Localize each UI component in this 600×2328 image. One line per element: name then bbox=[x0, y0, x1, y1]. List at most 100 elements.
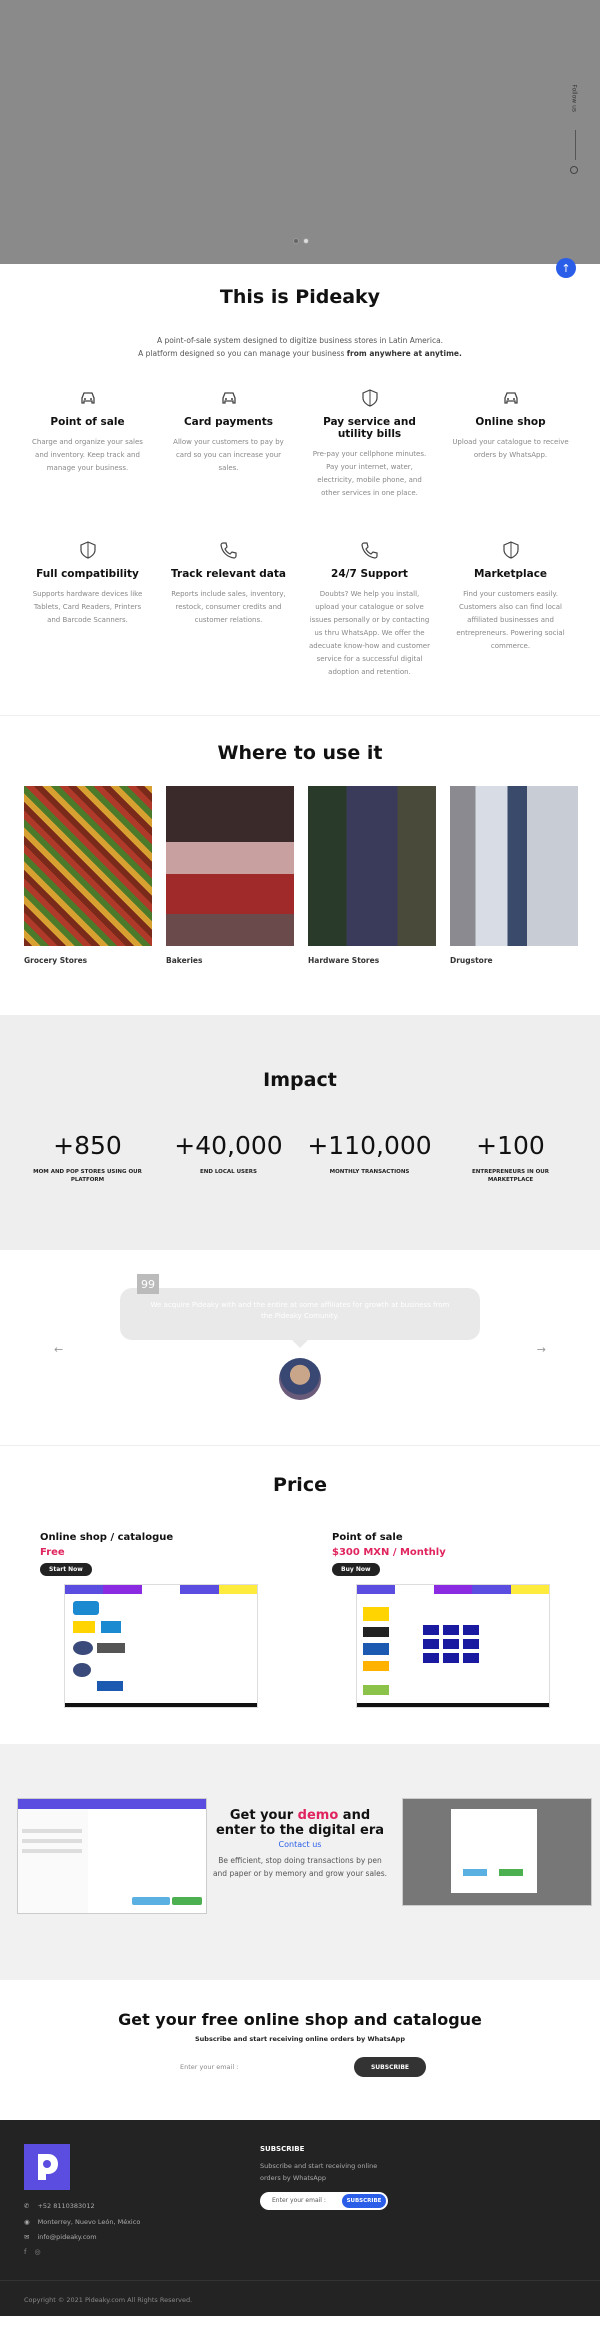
feature-pay-services: Pay service and utility bills Pre-pay yo… bbox=[299, 386, 440, 500]
feature-point-of-sale: Point of sale Charge and organize your s… bbox=[17, 386, 158, 500]
hardware-image bbox=[308, 786, 436, 946]
demo-section: Get your demo and enter to the digital e… bbox=[0, 1744, 600, 1980]
scroll-top-button[interactable]: ↑ bbox=[556, 258, 576, 278]
feature-desc: Pre-pay your cellphone minutes. Pay your… bbox=[312, 450, 427, 497]
feature-card-payments: Card payments Allow your customers to pa… bbox=[158, 386, 299, 500]
feature-marketplace: Marketplace Find your customers easily. … bbox=[440, 538, 581, 679]
stat-number: +40,000 bbox=[174, 1131, 283, 1160]
about-line-2: A platform designed so you can manage yo… bbox=[138, 349, 347, 358]
testimonial-text: We acquire Pideaky with and the entire a… bbox=[150, 1301, 450, 1320]
quote-icon: 99 bbox=[137, 1274, 159, 1294]
buy-now-button[interactable]: Buy Now bbox=[332, 1563, 380, 1576]
feature-title: Full compatibility bbox=[36, 568, 139, 580]
slider-dot-2[interactable] bbox=[303, 238, 309, 244]
avatar bbox=[279, 1358, 321, 1400]
footer-email-text: info@pideaky.com bbox=[37, 2233, 97, 2241]
feature-online-shop: Online shop Upload your catalogue to rec… bbox=[440, 386, 581, 500]
next-arrow-icon[interactable]: → bbox=[537, 1343, 546, 1356]
feature-desc: Charge and organize your sales and inven… bbox=[32, 438, 143, 472]
about-line-1: A point-of-sale system designed to digit… bbox=[156, 336, 444, 345]
car-icon bbox=[80, 392, 95, 404]
stat-users: +40,000 END LOCAL USERS bbox=[158, 1131, 299, 1184]
stat-stores: +850 MOM AND POP STORES USING OUR PLATFOR… bbox=[17, 1131, 158, 1184]
about-section: This is Pideaky A point-of-sale system d… bbox=[0, 264, 600, 679]
stat-label: MONTHLY TRANSACTIONS bbox=[329, 1169, 410, 1175]
where-title: Where to use it bbox=[217, 742, 383, 764]
demo-text: Be efficient, stop doing transactions by… bbox=[212, 1856, 388, 1878]
demo-title: Get your demo and enter to the digital e… bbox=[210, 1808, 390, 1838]
plan-online-shop: Online shop / catalogue Free Start Now bbox=[40, 1532, 310, 1708]
mail-icon: ✉ bbox=[24, 2233, 30, 2241]
footer-phone[interactable]: ✆ +52 8110383012 bbox=[24, 2202, 95, 2210]
where-label: Grocery Stores bbox=[24, 956, 88, 965]
footer-email[interactable]: ✉ info@pideaky.com bbox=[24, 2233, 97, 2241]
stat-label: END LOCAL USERS bbox=[200, 1169, 257, 1175]
feature-track-data: Track relevant data Reports include sale… bbox=[158, 538, 299, 679]
footer-address: ◉ Monterrey, Nuevo León, México bbox=[24, 2218, 140, 2226]
logo-p-icon bbox=[38, 2154, 58, 2180]
follow-us-label: Follow us bbox=[571, 84, 578, 112]
feature-title: 24/7 Support bbox=[331, 568, 408, 580]
phone-icon: ✆ bbox=[24, 2202, 30, 2210]
feature-desc: Supports hardware devices like Tablets, … bbox=[32, 590, 143, 624]
footer-social: f ◎ bbox=[24, 2248, 41, 2256]
stat-label: ENTREPRENEURS IN OUR MARKETPLACE bbox=[471, 1169, 549, 1183]
slider-dot-1[interactable] bbox=[293, 238, 299, 244]
demo-title-a: Get your bbox=[229, 1808, 298, 1823]
feature-desc: Allow your customers to pay by card so y… bbox=[173, 438, 284, 472]
location-icon: ◉ bbox=[24, 2218, 30, 2226]
shield-icon bbox=[502, 541, 519, 559]
cta-subtitle: Subscribe and start receiving online ord… bbox=[195, 2035, 405, 2043]
cta-email-input[interactable]: Enter your email : bbox=[180, 2063, 238, 2071]
feature-desc: Doubts? We help you install, upload your… bbox=[309, 590, 430, 676]
about-title: This is Pideaky bbox=[219, 286, 381, 308]
drugstore-image bbox=[450, 786, 578, 946]
features-grid: Point of sale Charge and organize your s… bbox=[17, 386, 600, 500]
arrow-up-icon: ↑ bbox=[561, 261, 571, 275]
car-icon bbox=[221, 392, 236, 404]
footer-subscribe-form: Enter your email : SUBSCRIBE bbox=[260, 2192, 388, 2210]
impact-title: Impact bbox=[263, 1069, 337, 1091]
about-line-2-bold: from anywhere at anytime. bbox=[346, 349, 462, 358]
feature-desc: Find your customers easily. Customers al… bbox=[456, 590, 565, 650]
shield-icon bbox=[361, 389, 378, 407]
impact-section: Impact +850 MOM AND POP STORES USING OUR … bbox=[0, 1015, 600, 1250]
pideaky-logo[interactable] bbox=[24, 2144, 70, 2190]
cta-title: Get your free online shop and catalogue bbox=[118, 2010, 482, 2029]
facebook-icon[interactable]: f bbox=[24, 2248, 26, 2256]
pos-screenshot bbox=[356, 1584, 550, 1708]
stat-number: +110,000 bbox=[307, 1131, 432, 1160]
hero-slider[interactable]: Follow us bbox=[0, 0, 600, 264]
prev-arrow-icon[interactable]: ← bbox=[54, 1343, 63, 1356]
cta-subscribe-button[interactable]: SUBSCRIBE bbox=[354, 2057, 426, 2077]
feature-title: Marketplace bbox=[473, 568, 548, 580]
footer-address-text: Monterrey, Nuevo León, México bbox=[37, 2218, 141, 2226]
grocery-image bbox=[24, 786, 152, 946]
where-card-drugstore[interactable]: Drugstore bbox=[450, 786, 578, 965]
stat-number: +850 bbox=[53, 1131, 122, 1160]
plan-point-of-sale: Point of sale $300 MXN / Monthly Buy Now bbox=[332, 1532, 600, 1708]
footer-subscribe-title: SUBSCRIBE bbox=[260, 2145, 305, 2153]
catalogue-screenshot bbox=[64, 1584, 258, 1708]
where-card-bakery[interactable]: Bakeries bbox=[166, 786, 294, 965]
newsletter-cta: Get your free online shop and catalogue … bbox=[0, 1980, 600, 2120]
footer-email-input[interactable]: Enter your email : bbox=[272, 2197, 326, 2204]
where-card-hardware[interactable]: Hardware Stores bbox=[308, 786, 436, 965]
where-section: Where to use it Grocery Stores Bakeries … bbox=[0, 715, 600, 965]
instagram-icon[interactable] bbox=[570, 166, 578, 174]
stat-label: MOM AND POP STORES USING OUR PLATFORM bbox=[33, 1169, 142, 1183]
feature-title: Point of sale bbox=[50, 416, 125, 428]
where-card-grocery[interactable]: Grocery Stores bbox=[24, 786, 152, 965]
phone-icon bbox=[219, 542, 237, 559]
where-label: Bakeries bbox=[166, 956, 203, 965]
instagram-icon[interactable]: ◎ bbox=[34, 2248, 40, 2256]
feature-compatibility: Full compatibility Supports hardware dev… bbox=[17, 538, 158, 679]
contact-us-link[interactable]: Contact us bbox=[210, 1840, 390, 1849]
price-section: Price Online shop / catalogue Free Start… bbox=[0, 1446, 600, 1708]
cta-subscribe-form: Enter your email : SUBSCRIBE bbox=[176, 2057, 426, 2077]
start-now-button[interactable]: Start Now bbox=[40, 1563, 92, 1576]
pos-demo-screenshot bbox=[17, 1798, 207, 1914]
stat-transactions: +110,000 MONTHLY TRANSACTIONS bbox=[299, 1131, 440, 1184]
footer-subscribe-button[interactable]: SUBSCRIBE bbox=[342, 2194, 386, 2208]
where-label: Hardware Stores bbox=[308, 956, 380, 965]
